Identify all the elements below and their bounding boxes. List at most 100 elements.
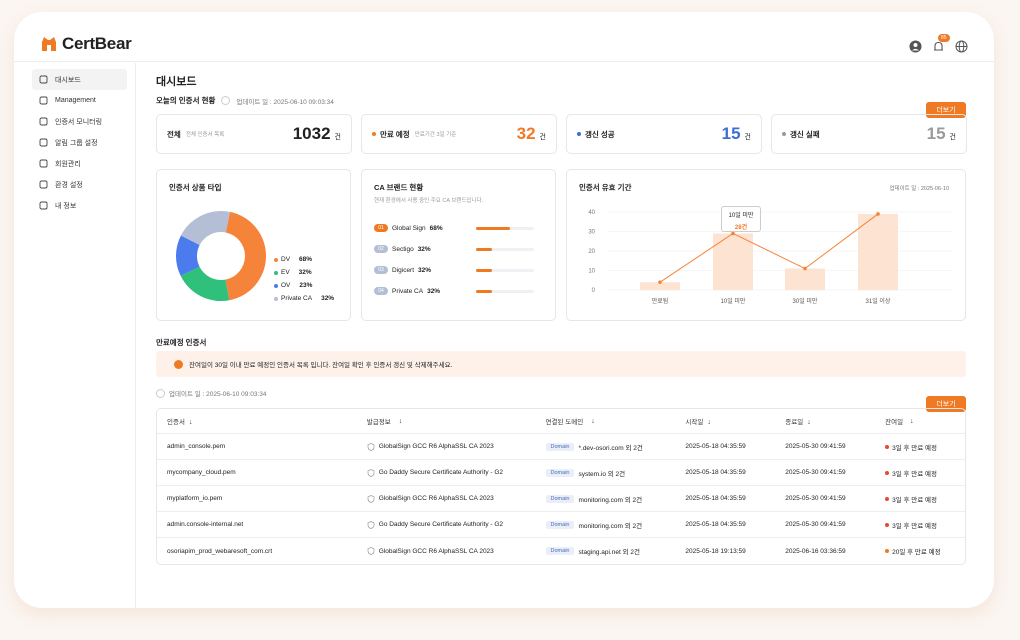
end-date: 2025-05-30 09:41:59 <box>785 443 846 450</box>
sidebar-item-1[interactable]: Management <box>32 90 127 111</box>
column-header[interactable]: 종료일 ↓ <box>785 416 885 426</box>
stat-card[interactable]: 갱신 성공 15 건 <box>566 114 762 154</box>
issuer-cell: Go Daddy Secure Certificate Authority - … <box>357 468 546 477</box>
table-row[interactable]: myplatform_io.pem GlobalSign GCC R6 Alpha… <box>157 486 965 512</box>
column-header-label: 시작일 <box>685 419 704 426</box>
brand-bar-track <box>476 290 534 293</box>
column-header[interactable]: 시작일 ↓ <box>685 416 785 426</box>
user-icon <box>39 201 48 210</box>
trend-point[interactable] <box>803 266 807 271</box>
sidebar-item-label: 환경 설정 <box>55 181 83 189</box>
gear-icon <box>39 180 48 189</box>
bar[interactable] <box>713 233 753 290</box>
column-header[interactable]: 인증서 ↓ <box>157 416 357 426</box>
validity-updated: 업데이트 일 : 2025-06-10 <box>889 186 949 192</box>
cert-name: admin_console.pem <box>167 443 226 450</box>
end-date: 2025-05-30 09:41:59 <box>785 495 846 502</box>
domain-tag: Domain <box>545 468 575 477</box>
notification-button[interactable]: 85 <box>932 34 950 53</box>
status-dot <box>885 522 890 527</box>
x-tick-label: 만료됨 <box>652 297 669 305</box>
column-header-label: 인증서 <box>167 419 185 426</box>
table-row[interactable]: osoriapim_prod_webaresoft_com.crt GlobalS… <box>157 538 965 564</box>
legend-item: EV 32% <box>274 269 312 276</box>
stat-unit: 건 <box>949 134 956 141</box>
donut-slice[interactable] <box>225 211 266 301</box>
notice-banner: 잔여일이 30일 이내 만료 예정인 인증서 목록 입니다. 잔여일 확인 후 … <box>156 351 966 377</box>
brand-bar-fill <box>476 248 493 251</box>
sidebar: 대시보드 Management 인증서 모니터링 알림 그룹 설정 회원관리환경 설정내… <box>14 63 136 608</box>
monitor-icon <box>39 117 48 126</box>
domain-text: system.io 외 2건 <box>578 470 626 478</box>
stat-label: 갱신 성공 <box>585 129 615 139</box>
sort-arrow-icon: ↓ <box>807 419 811 426</box>
stat-label: 만료 예정 <box>380 129 410 139</box>
refresh-icon[interactable] <box>156 388 165 398</box>
globe-icon[interactable] <box>955 40 968 53</box>
brand-rank: 03 <box>374 266 388 274</box>
column-header[interactable]: 잔여일 ↓ <box>885 416 965 427</box>
domain-text: monitoring.com 외 2건 <box>578 522 643 530</box>
brand-bar-fill <box>476 227 510 230</box>
legend-value: 68% <box>299 256 313 263</box>
trend-point[interactable] <box>658 280 662 284</box>
column-header[interactable]: 연결된 도메인 ↓ <box>545 416 686 427</box>
stat-label: 갱신 실패 <box>790 129 820 139</box>
trend-point[interactable] <box>731 231 735 236</box>
stat-value: 15 <box>926 124 946 143</box>
sidebar-item-3[interactable]: 알림 그룹 설정 <box>32 132 127 153</box>
sidebar-item-label: 대시보드 <box>55 76 81 84</box>
issuer-text: GlobalSign GCC R6 AlphaSSL CA 2023 <box>378 495 494 502</box>
domain-cell: Domain monitoring.com 외 2건 <box>545 494 686 504</box>
brand-rank: 04 <box>374 287 388 295</box>
bar[interactable] <box>785 268 825 290</box>
trend-point[interactable] <box>876 212 880 216</box>
legend-label: OV <box>281 282 291 289</box>
shield-icon <box>367 494 375 503</box>
sort-arrow-icon: ↓ <box>707 419 711 426</box>
top-bar: CertBear 85 <box>14 12 994 62</box>
product-type-title: 인증서 상품 타입 <box>169 183 222 192</box>
page-title: 대시보드 <box>156 76 197 88</box>
status-dot <box>372 132 376 136</box>
table-row[interactable]: admin.console-internal.net Go Daddy Secur… <box>157 512 965 538</box>
legend-label: Private CA <box>281 295 313 302</box>
domain-cell: Domain *.dev-osori.com 외 2건 <box>545 442 686 452</box>
sidebar-item-0[interactable]: 대시보드 <box>32 69 127 90</box>
legend-label: EV <box>281 269 290 276</box>
sidebar-item-label: 내 정보 <box>55 202 77 210</box>
issuer-cell: GlobalSign GCC R6 AlphaSSL CA 2023 <box>357 494 546 503</box>
stat-card[interactable]: 만료 예정 만료기간 3일 기준 32 건 <box>361 114 557 154</box>
refresh-icon[interactable] <box>221 96 231 105</box>
y-tick-label: 10 <box>588 269 595 275</box>
remain-text: 3일 후 만료 예정 <box>892 444 938 452</box>
y-tick-label: 40 <box>588 210 595 216</box>
profile-icon[interactable] <box>909 40 922 53</box>
column-header[interactable]: 발급정보 ↓ <box>357 416 546 427</box>
table-row[interactable]: mycompany_cloud.pem Go Daddy Secure Certi… <box>157 460 965 486</box>
end-date: 2025-05-30 09:41:59 <box>785 521 846 528</box>
logo[interactable]: CertBear <box>40 34 132 54</box>
trend-line <box>659 213 879 283</box>
status-dot <box>885 470 890 475</box>
expiring-updated: 업데이트 일 : 2025-06-10 09:03:34 <box>169 391 267 398</box>
sidebar-item-2[interactable]: 인증서 모니터링 <box>32 111 127 132</box>
bar[interactable] <box>858 213 898 290</box>
sidebar-item-5[interactable]: 환경 설정 <box>32 174 127 195</box>
table-row[interactable]: admin_console.pem GlobalSign GCC R6 Alpha… <box>157 434 965 460</box>
bell-icon <box>39 138 48 147</box>
brand-bar-fill <box>476 290 493 293</box>
shield-icon <box>367 547 375 555</box>
legend-value: 23% <box>299 282 313 289</box>
column-header-label: 연결된 도메인 <box>545 419 584 426</box>
status-dot <box>885 444 890 449</box>
y-tick-label: 20 <box>588 249 595 255</box>
sidebar-item-4[interactable]: 회원관리 <box>32 153 127 174</box>
stat-card[interactable]: 갱신 실패 15 건 <box>771 114 967 154</box>
remain-cell: 20일 후 만료 예정 <box>885 546 965 556</box>
remain-cell: 3일 후 만료 예정 <box>885 468 965 478</box>
validity-title: 인증서 유효 기간 <box>579 183 632 192</box>
sidebar-item-6[interactable]: 내 정보 <box>32 195 127 216</box>
domain-tag: Domain <box>545 520 575 529</box>
stat-card[interactable]: 전체 전체 인증서 목록 1032 건 <box>156 114 352 154</box>
